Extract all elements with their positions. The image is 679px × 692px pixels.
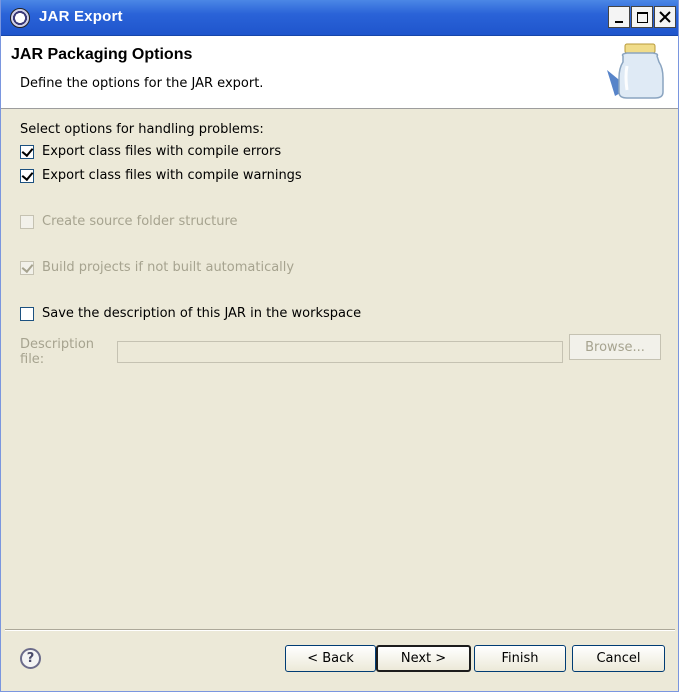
- wizard-banner: JAR Packaging Options Define the options…: [1, 36, 678, 109]
- export-errors-checkbox[interactable]: [20, 144, 34, 159]
- minimize-icon: [615, 21, 623, 23]
- window-title: JAR Export: [39, 8, 123, 25]
- eclipse-icon: [10, 8, 30, 28]
- page-description: Define the options for the JAR export.: [20, 76, 264, 91]
- jar-icon: [607, 43, 664, 99]
- help-icon[interactable]: ?: [20, 648, 41, 669]
- handling-problems-label: Select options for handling problems:: [20, 122, 264, 137]
- description-file-row: Description file:: [20, 337, 563, 367]
- build-projects-label: Build projects if not built automaticall…: [42, 260, 295, 275]
- close-icon: [659, 11, 671, 23]
- export-errors-option[interactable]: Export class files with compile errors: [20, 144, 281, 159]
- footer-separator: [5, 629, 675, 631]
- close-button[interactable]: [654, 6, 676, 28]
- export-warnings-label: Export class files with compile warnings: [42, 168, 302, 183]
- create-source-folder-option: Create source folder structure: [20, 214, 238, 229]
- back-button[interactable]: < Back: [285, 645, 376, 672]
- next-button[interactable]: Next >: [376, 645, 471, 672]
- finish-button[interactable]: Finish: [474, 645, 566, 672]
- save-description-label: Save the description of this JAR in the …: [42, 306, 362, 321]
- export-warnings-checkbox[interactable]: [20, 168, 34, 183]
- export-errors-label: Export class files with compile errors: [42, 144, 282, 159]
- export-warnings-option[interactable]: Export class files with compile warnings: [20, 168, 302, 183]
- maximize-button[interactable]: [631, 6, 653, 28]
- page-title: JAR Packaging Options: [11, 46, 193, 63]
- cancel-button[interactable]: Cancel: [572, 645, 665, 672]
- description-file-input: [117, 341, 563, 363]
- build-projects-checkbox: [20, 260, 34, 275]
- create-source-folder-checkbox: [20, 214, 34, 229]
- title-bar[interactable]: JAR Export: [1, 0, 678, 36]
- minimize-button[interactable]: [608, 6, 630, 28]
- save-description-checkbox[interactable]: [20, 306, 34, 321]
- maximize-icon: [636, 11, 648, 23]
- create-source-folder-label: Create source folder structure: [42, 214, 238, 229]
- build-projects-option: Build projects if not built automaticall…: [20, 260, 294, 275]
- browse-button: Browse...: [569, 334, 661, 360]
- description-file-label: Description file:: [20, 337, 95, 367]
- save-description-option[interactable]: Save the description of this JAR in the …: [20, 306, 361, 321]
- jar-export-dialog: JAR Export JAR Packaging Options Define …: [0, 0, 679, 692]
- options-panel: Select options for handling problems: Ex…: [1, 110, 678, 620]
